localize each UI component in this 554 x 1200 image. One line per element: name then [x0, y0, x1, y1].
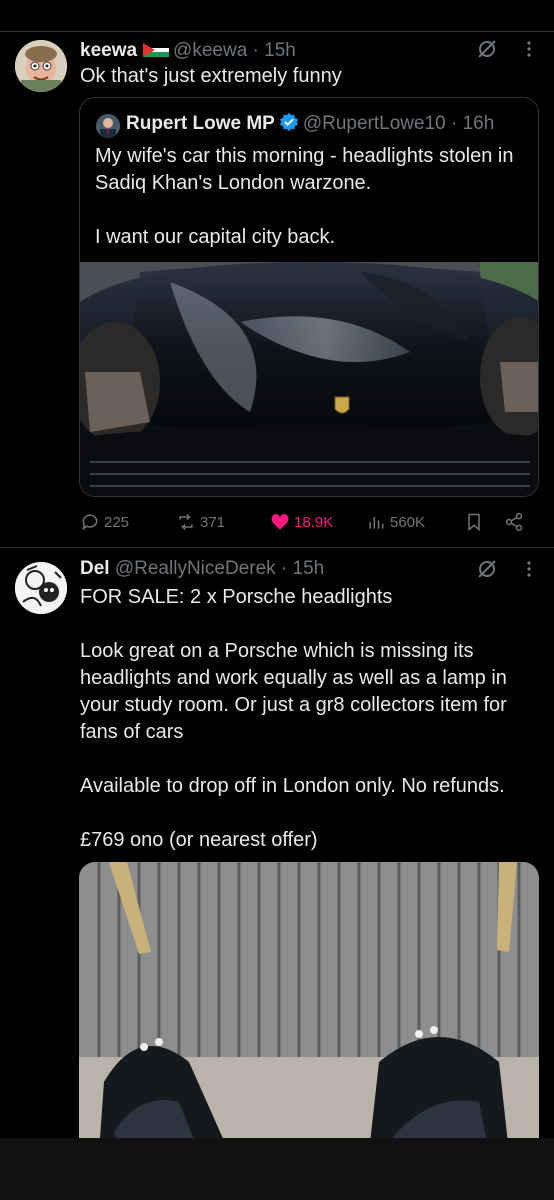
reply-count: 225 — [104, 513, 130, 531]
share-button[interactable] — [504, 510, 524, 534]
bookmark-icon — [468, 513, 480, 532]
more-options-icon[interactable] — [518, 558, 540, 580]
quoted-tweet[interactable]: Rupert Lowe MP @RupertLowe10 · 16h My wif… — [79, 97, 539, 497]
person-avatar-icon — [96, 114, 120, 138]
timeline-top-border — [0, 31, 554, 32]
repost-button[interactable]: 371 — [176, 510, 225, 534]
author-name[interactable]: Del — [80, 558, 110, 579]
grok-icon[interactable] — [476, 38, 498, 60]
timestamp[interactable]: · 15h — [253, 40, 296, 61]
quoted-author-name[interactable]: Rupert Lowe MP — [126, 113, 275, 134]
quoted-tweet-header: Rupert Lowe MP @RupertLowe10 · 16h — [126, 112, 494, 135]
headlights-photo[interactable] — [79, 862, 539, 1152]
like-count: 18.9K — [294, 513, 334, 531]
grok-icon[interactable] — [476, 558, 498, 580]
heart-filled-icon — [271, 514, 289, 530]
quoted-timestamp[interactable]: · 16h — [451, 113, 494, 134]
tweet-header: keewa @keewa · 15h — [80, 40, 296, 62]
sketch-avatar-icon — [15, 562, 67, 614]
repost-count: 371 — [200, 513, 226, 531]
quoted-author-handle[interactable]: @RupertLowe10 — [303, 113, 446, 134]
quoted-tweet-text: My wife's car this morning - headlights … — [95, 145, 514, 248]
tweet-text: Ok that's just extremely funny — [80, 65, 342, 87]
views-button[interactable]: 560K — [366, 510, 425, 534]
author-name[interactable]: keewa — [80, 40, 137, 61]
tweet-action-bar: 225 371 18.9K 560K — [80, 510, 540, 534]
quoted-author-avatar[interactable] — [96, 114, 120, 138]
more-options-icon[interactable] — [518, 38, 540, 60]
verified-badge-icon — [279, 112, 298, 132]
view-count: 560K — [390, 513, 426, 531]
author-handle[interactable]: @keewa — [173, 40, 247, 61]
share-icon — [505, 512, 523, 532]
timestamp[interactable]: · 15h — [281, 558, 324, 579]
cartoon-face-avatar-icon — [15, 40, 67, 92]
views-chart-icon — [369, 517, 384, 529]
car-photo[interactable] — [80, 262, 538, 496]
del-avatar[interactable] — [15, 562, 67, 614]
tweet-divider — [0, 547, 554, 548]
reply-button[interactable]: 225 — [80, 510, 129, 534]
tweet-header: Del @ReallyNiceDerek · 15h — [80, 558, 324, 580]
author-handle[interactable]: @ReallyNiceDerek — [115, 558, 276, 579]
bookmark-button[interactable] — [464, 510, 484, 534]
tweet-text: FOR SALE: 2 x Porsche headlights Look gr… — [80, 586, 507, 851]
bottom-navigation-bar — [0, 1138, 554, 1200]
reply-icon — [82, 514, 98, 531]
repost-icon — [179, 513, 193, 531]
like-button[interactable]: 18.9K — [270, 510, 333, 534]
keewa-avatar[interactable] — [15, 40, 67, 92]
palestine-flag-icon — [143, 43, 170, 57]
